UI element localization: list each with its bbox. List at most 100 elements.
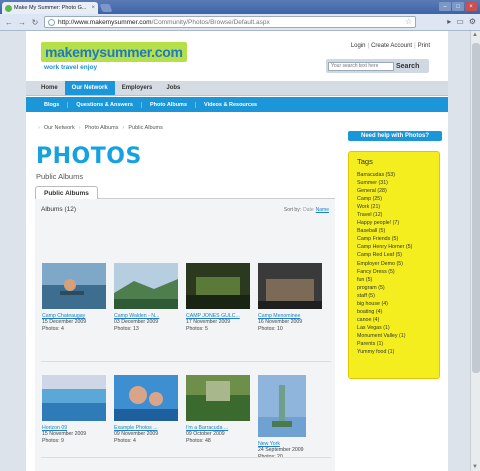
album-card[interactable]: Camp Chateaugay 15 December 2009 Photos:… [42,263,110,332]
tag-link[interactable]: staff (5) [357,292,431,300]
scroll-up-icon[interactable]: ▲ [472,32,478,38]
album-photo-count: Photos: 4 [114,437,136,444]
subnav-blogs[interactable]: Blogs [36,101,69,108]
tab-close-icon[interactable]: × [91,5,95,11]
nav-employers[interactable]: Employers [115,81,160,95]
maximize-icon[interactable]: □ [452,2,464,11]
help-photos-button[interactable]: Need help with Photos? [348,131,442,141]
tag-link[interactable]: Work (21) [357,203,431,211]
tag-link[interactable]: Las Vegas (1) [357,324,431,332]
tag-link[interactable]: boating (4) [357,308,431,316]
tag-link[interactable]: Barracudas (53) [357,171,431,179]
album-card[interactable]: Example Photos ... 09 November 2009 Phot… [114,375,182,444]
tag-link[interactable]: Parents (1) [357,340,431,348]
tab-public-albums[interactable]: Public Albums [35,186,98,200]
site-logo[interactable]: makemysummer.com [41,42,187,62]
page-menu-icon[interactable]: ▸ [447,17,451,26]
scroll-down-icon[interactable]: ▼ [472,464,478,470]
album-thumbnail[interactable] [42,263,106,309]
subnav-questions-answers[interactable]: Questions & Answers [68,101,142,108]
album-card[interactable]: Horizon 09 15 November 2009 Photos: 9 [42,375,110,444]
breadcrumb-item[interactable]: Our Network [44,125,75,131]
browser-titlebar: Make My Summer: Photo G... × – □ × [0,0,480,14]
window-close-icon[interactable]: × [465,2,477,11]
tag-link[interactable]: Camp Red Leaf (5) [357,251,431,259]
tag-link[interactable]: Camp Friends (5) [357,235,431,243]
tag-link[interactable]: Baseball (5) [357,227,431,235]
breadcrumb-item: Public Albums [128,125,163,131]
album-thumbnail[interactable] [42,375,106,421]
album-thumbnail[interactable] [114,375,178,421]
site-container: makemysummer.com work travel enjoy Login… [26,31,448,471]
tag-link[interactable]: Employer Demo (5) [357,260,431,268]
album-card[interactable]: New York 24 September 2009 Photos: 20 [258,375,326,460]
tag-link[interactable]: canoe (4) [357,316,431,324]
subnav-photo-albums[interactable]: Photo Albums [142,101,197,108]
tag-link[interactable]: General (28) [357,187,431,195]
tag-link[interactable]: Camp (25) [357,195,431,203]
vertical-scrollbar[interactable]: ▲ ▼ [470,31,480,471]
tag-link[interactable]: Happy people! (7) [357,219,431,227]
album-thumbnail[interactable] [186,263,250,309]
nav-jobs[interactable]: Jobs [159,81,187,95]
tab-title: Make My Summer: Photo G... [14,5,87,11]
scrollbar-thumb[interactable] [472,43,480,373]
album-card[interactable]: Camp Walden - N... 03 December 2009 Phot… [114,263,182,332]
site-favicon-icon [5,4,12,12]
browser-tab[interactable]: Make My Summer: Photo G... × [2,2,98,14]
page-icon[interactable]: ▭ [456,17,464,26]
address-bar[interactable]: http://www.makemysummer.com /Community/P… [44,16,416,28]
page-viewport: makemysummer.com work travel enjoy Login… [0,31,470,471]
login-link[interactable]: Login [351,43,366,49]
album-thumbnail[interactable] [258,375,306,437]
album-card[interactable]: I'm a Barracuda ... 09 October 2009 Phot… [186,375,254,444]
album-card[interactable]: CAMP JONES GULC... 17 November 2009 Phot… [186,263,254,332]
tag-link[interactable]: program (5) [357,284,431,292]
album-thumbnail[interactable] [114,263,178,309]
brand-name: makemysummer.com [45,44,183,60]
breadcrumb: › Our Network › Photo Albums › Public Al… [38,125,163,131]
url-path: /Community/Photos/Browse/Default.aspx [151,18,270,26]
separator: | [367,43,370,49]
breadcrumb-item[interactable]: Photo Albums [85,125,119,131]
tag-link[interactable]: Yummy food (1) [357,348,431,356]
create-account-link[interactable]: Create Account [371,43,412,49]
search-input[interactable] [328,61,394,71]
forward-arrow-icon[interactable]: → [17,17,27,27]
album-photo-count: Photos: 9 [42,437,64,444]
tag-link[interactable]: fun (5) [357,276,431,284]
site-search: Search [326,59,429,73]
tag-link[interactable]: Monument Valley (1) [357,332,431,340]
album-photo-count: Photos: 5 [186,325,208,332]
tag-link[interactable]: Fancy Dress (5) [357,268,431,276]
albums-count: Albums (12) [41,206,77,213]
page-title: PHOTOS [36,144,142,169]
breadcrumb-arrow-icon: › [122,125,125,131]
minimize-icon[interactable]: – [439,2,451,11]
new-tab-button[interactable] [99,4,113,12]
subnav-videos-resources[interactable]: Videos & Resources [196,102,265,108]
breadcrumb-arrow-icon: › [38,125,40,131]
toolbar-right: ▸ ▭ ⚙ [447,17,476,26]
album-thumbnail[interactable] [186,375,250,421]
sort-label: Sort by: [283,207,302,213]
nav-our-network[interactable]: Our Network [64,81,115,95]
tag-link[interactable]: Camp Henry Horner (5) [357,243,431,251]
album-photo-count: Photos: 48 [186,437,211,444]
album-card[interactable]: Camp Menominee 16 November 2009 Photos: … [258,263,326,332]
tag-link[interactable]: Travel (12) [357,211,431,219]
album-thumbnail[interactable] [258,263,322,309]
back-arrow-icon[interactable]: ← [4,17,14,27]
reload-icon[interactable]: ↻ [30,17,40,27]
nav-home[interactable]: Home [34,81,65,95]
wrench-icon[interactable]: ⚙ [469,17,476,26]
sort-by-date[interactable]: Date [303,207,314,213]
print-link[interactable]: Print [418,43,430,49]
bookmark-star-icon[interactable]: ☆ [405,17,412,26]
tag-link[interactable]: Summer (31) [357,179,431,187]
page-subtitle: Public Albums [36,172,84,181]
search-button[interactable]: Search [396,63,419,70]
tag-link[interactable]: big house (4) [357,300,431,308]
sort-by-name[interactable]: Name [316,207,329,213]
albums-panel: Albums (12) Sort by: Date Name Camp Chat… [35,199,335,471]
